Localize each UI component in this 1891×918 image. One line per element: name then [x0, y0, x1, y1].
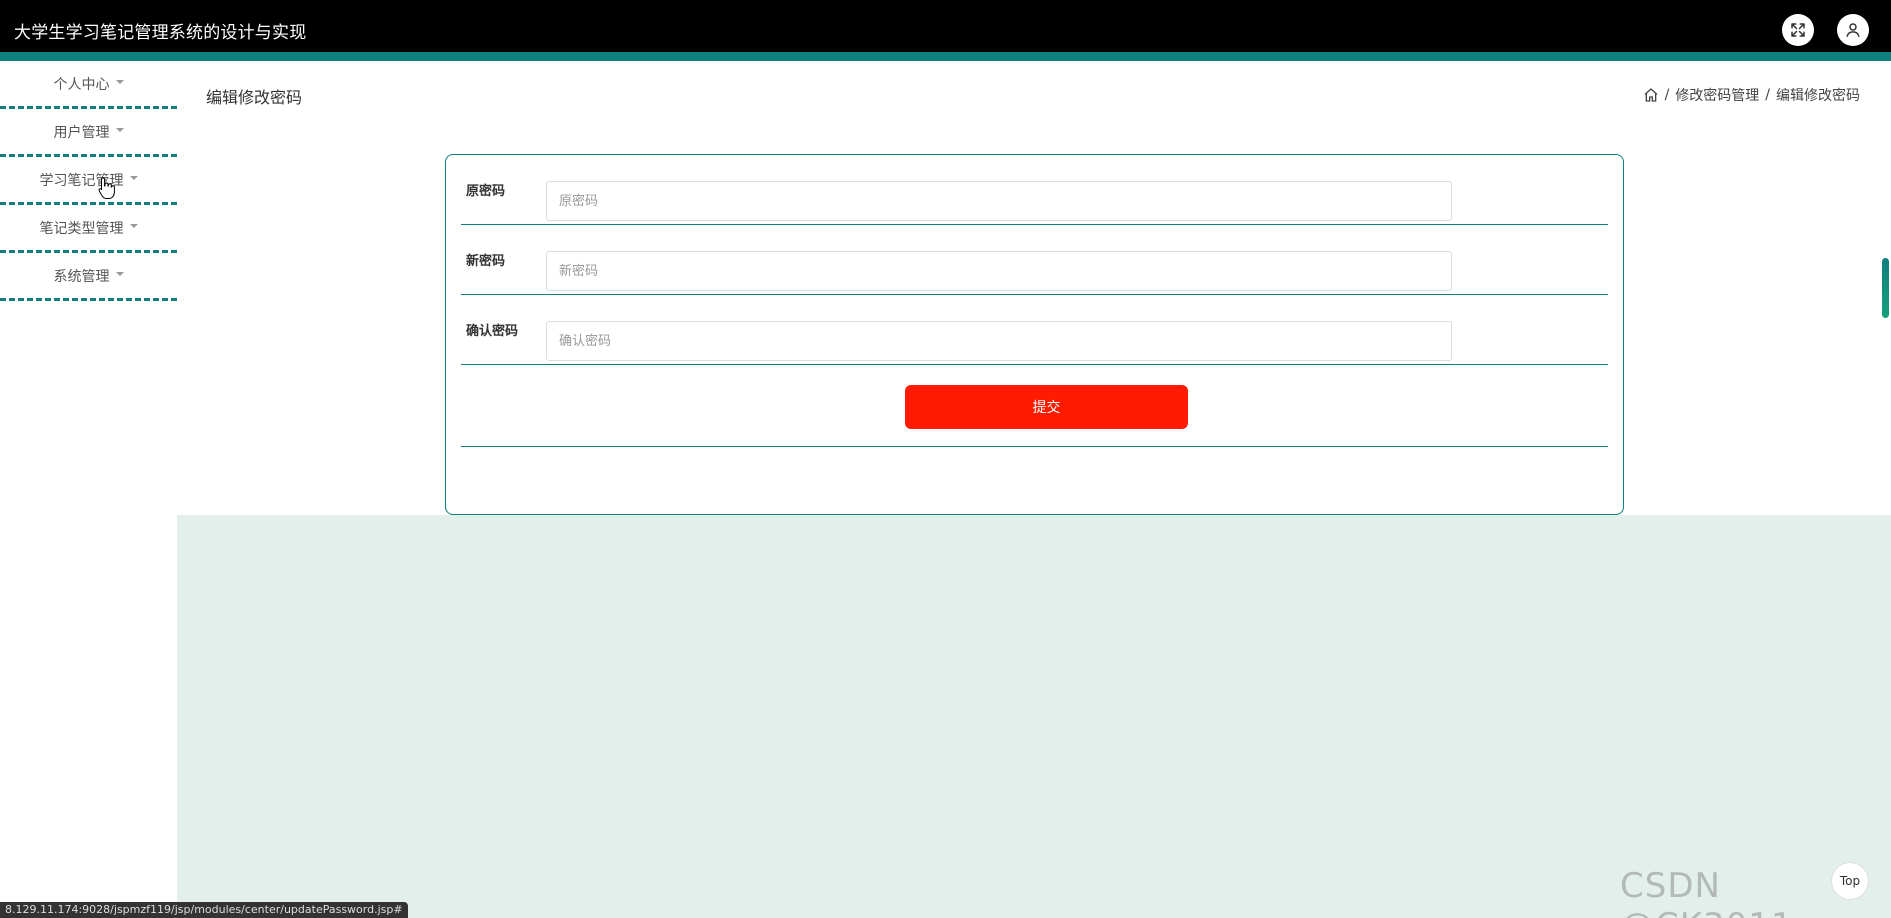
confirm-password-label: 确认密码 [466, 324, 519, 339]
scrollbar-thumb[interactable] [1882, 258, 1889, 318]
user-icon [1846, 23, 1860, 37]
caret-down-icon [129, 175, 138, 180]
form-row-new-password: 新密码 [461, 225, 1608, 295]
sidebar-item-label: 个人中心 [53, 76, 110, 93]
user-button[interactable] [1837, 14, 1869, 46]
header-accent-stripe [0, 52, 1891, 61]
home-icon[interactable] [1643, 87, 1659, 103]
breadcrumb: / 修改密码管理 / 编辑修改密码 [1643, 85, 1860, 105]
main-content-background [177, 515, 1891, 918]
confirm-password-input[interactable] [546, 321, 1452, 361]
breadcrumb-separator: / [1664, 87, 1670, 103]
caret-down-icon [115, 79, 124, 84]
sidebar-item-label: 系统管理 [53, 268, 110, 285]
status-bar-url: 8.129.11.174:9028/jspmzf119/jsp/modules/… [0, 902, 408, 918]
sidebar-item-study-notes[interactable]: 学习笔记管理 [0, 157, 177, 205]
hand-pointer-icon [98, 177, 115, 199]
caret-down-icon [115, 127, 124, 132]
old-password-label: 原密码 [466, 184, 506, 199]
sidebar: 个人中心 用户管理 学习笔记管理 笔记类型管理 系统管理 [0, 61, 177, 918]
sidebar-item-user-management[interactable]: 用户管理 [0, 109, 177, 157]
sidebar-item-system-management[interactable]: 系统管理 [0, 253, 177, 301]
sidebar-item-label: 用户管理 [53, 124, 110, 141]
page-title: 编辑修改密码 [206, 88, 303, 107]
change-password-form: 原密码 新密码 确认密码 提交 [445, 154, 1624, 515]
new-password-input[interactable] [546, 251, 1452, 291]
breadcrumb-item-password-management[interactable]: 修改密码管理 [1675, 85, 1759, 105]
sidebar-item-note-types[interactable]: 笔记类型管理 [0, 205, 177, 253]
sidebar-item-personal-center[interactable]: 个人中心 [0, 61, 177, 109]
new-password-label: 新密码 [466, 254, 506, 269]
form-row-confirm-password: 确认密码 [461, 295, 1608, 365]
caret-down-icon [115, 271, 124, 276]
fullscreen-button[interactable] [1782, 14, 1814, 46]
form-row-old-password: 原密码 [461, 155, 1608, 225]
watermark-text: CSDN @CK3011 [1620, 866, 1793, 918]
sidebar-item-label: 笔记类型管理 [39, 220, 124, 237]
form-row-submit: 提交 [461, 365, 1608, 447]
breadcrumb-item-current: 编辑修改密码 [1776, 88, 1860, 104]
top-header: 大学生学习笔记管理系统的设计与实现 [0, 0, 1891, 52]
old-password-input[interactable] [546, 181, 1452, 221]
caret-down-icon [129, 223, 138, 228]
expand-arrows-icon [1791, 23, 1805, 37]
breadcrumb-separator: / [1765, 87, 1770, 103]
submit-button[interactable]: 提交 [905, 385, 1188, 429]
app-title: 大学生学习笔记管理系统的设计与实现 [14, 23, 307, 43]
